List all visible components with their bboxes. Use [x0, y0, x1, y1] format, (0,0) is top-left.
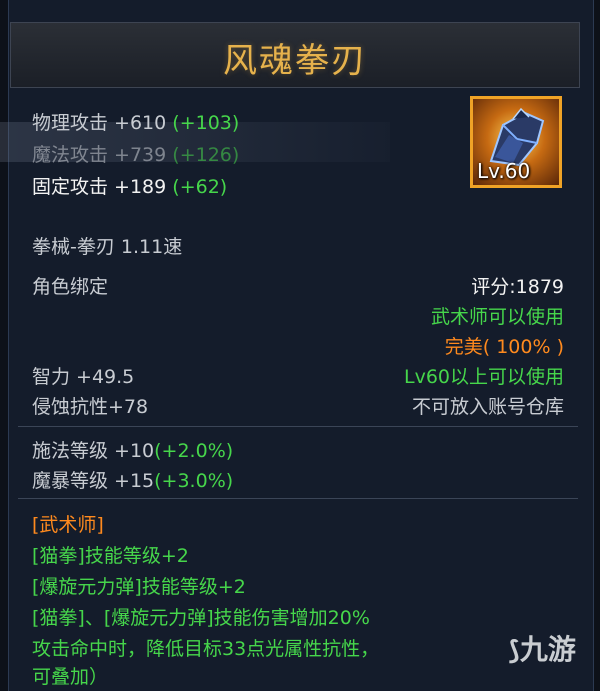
skill-line: 可叠加）: [32, 666, 109, 688]
stat-crit-level: 魔暴等级 +15(+3.0%): [32, 466, 233, 493]
quality: 完美( 100% ): [444, 336, 564, 358]
stat-label: 魔法攻击 +739: [32, 144, 167, 166]
stat-bonus: (+126): [172, 144, 240, 166]
stat-label: 魔暴等级 +15: [32, 470, 155, 492]
divider: [18, 498, 578, 499]
skill-line: [猫拳]技能等级+2: [32, 545, 189, 567]
stat-physical-attack: 物理攻击 +610 (+103): [32, 108, 239, 135]
watermark-icon: ⟆: [508, 636, 520, 666]
title-bar: 风魂拳刃: [10, 22, 580, 88]
bind-status: 角色绑定: [32, 276, 109, 298]
item-name: 风魂拳刃: [223, 41, 367, 81]
stat-bonus: (+62): [172, 176, 228, 198]
item-score: 评分:1879: [471, 276, 564, 298]
watermark-logo: ⟆九游: [508, 628, 576, 668]
watermark-text: 九游: [519, 633, 576, 666]
stat-bonus: (+3.0%): [154, 470, 234, 492]
storage-restriction: 不可放入账号仓库: [411, 396, 564, 418]
skill-line: [猫拳]、[爆旋元力弹]技能伤害增加20%: [32, 607, 370, 629]
stat-fixed-attack: 固定攻击 +189 (+62): [32, 172, 227, 199]
stat-bonus: (+103): [172, 112, 240, 134]
usable-class: 武术师可以使用: [430, 306, 564, 328]
level-requirement: Lv60以上可以使用: [403, 366, 564, 388]
weapon-type: 拳械-拳刃 1.11速: [32, 236, 183, 258]
stat-magic-attack: 魔法攻击 +739 (+126): [32, 140, 239, 167]
stat-label: 固定攻击 +189: [32, 176, 167, 198]
skill-line: 攻击命中时，降低目标33点光属性抗性，: [32, 638, 380, 660]
stat-label: 物理攻击 +610: [32, 112, 167, 134]
level-badge: Lv.60: [477, 159, 531, 183]
stat-cast-level: 施法等级 +10(+2.0%): [32, 436, 233, 463]
stat-erosion-resistance: 侵蚀抗性+78: [32, 396, 149, 418]
stat-bonus: (+2.0%): [154, 440, 234, 462]
divider: [18, 426, 578, 427]
item-icon[interactable]: Lv.60: [470, 96, 562, 188]
skill-line: [爆旋元力弹]技能等级+2: [32, 576, 246, 598]
stat-intellect: 智力 +49.5: [32, 366, 135, 388]
stat-label: 施法等级 +10: [32, 440, 155, 462]
class-header: [武术师]: [32, 514, 104, 536]
